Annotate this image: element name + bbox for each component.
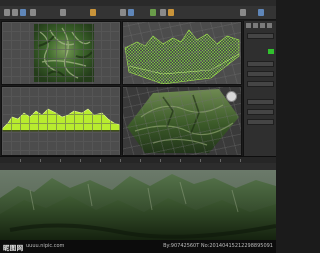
watermark-id: By:90742560T No:20140415212298895091: [163, 243, 273, 249]
move-icon[interactable]: [12, 9, 18, 16]
snap-icon[interactable]: [60, 9, 66, 16]
watermark-site: uuuu.nipic.com: [26, 243, 65, 249]
rendered-mountain-landscape: [0, 170, 276, 240]
layer-icon[interactable]: [150, 9, 156, 16]
time-slider[interactable]: [0, 156, 276, 163]
rotate-icon[interactable]: [20, 9, 26, 16]
curve-icon[interactable]: [120, 9, 126, 16]
viewcube-icon[interactable]: [226, 91, 237, 102]
viewport-left[interactable]: [1, 86, 121, 156]
main-toolbar: [0, 6, 276, 20]
schematic-icon[interactable]: [128, 9, 134, 16]
modifier-stack-item[interactable]: [247, 71, 274, 77]
modifier-stack-item[interactable]: [247, 81, 274, 87]
modifier-list[interactable]: [247, 61, 274, 67]
render-setup-icon[interactable]: [160, 9, 166, 16]
status-bar: [0, 163, 276, 170]
render-icon[interactable]: [168, 9, 174, 16]
object-name-field[interactable]: [247, 33, 274, 39]
modify-tab-icon[interactable]: [253, 23, 258, 28]
watermark-logo: 昵图网: [3, 244, 24, 252]
viewport-perspective[interactable]: [122, 86, 242, 156]
scale-icon[interactable]: [30, 9, 36, 16]
select-icon[interactable]: [4, 9, 10, 16]
viewport-front[interactable]: [122, 21, 242, 85]
object-color-swatch[interactable]: [268, 49, 274, 54]
parameter-field[interactable]: [247, 99, 274, 105]
command-panel: [243, 21, 276, 156]
toolbar-misc-icon[interactable]: [240, 9, 246, 16]
viewport-top[interactable]: [1, 21, 121, 85]
help-icon[interactable]: [258, 9, 264, 16]
hierarchy-tab-icon[interactable]: [260, 23, 265, 28]
watermark-bar: 昵图网 uuuu.nipic.com By:90742560T No:20140…: [0, 240, 276, 253]
utilities-tab-icon[interactable]: [267, 23, 272, 28]
parameter-field[interactable]: [247, 109, 274, 115]
create-tab-icon[interactable]: [246, 23, 251, 28]
parameter-field[interactable]: [247, 119, 274, 125]
material-icon[interactable]: [90, 9, 96, 16]
